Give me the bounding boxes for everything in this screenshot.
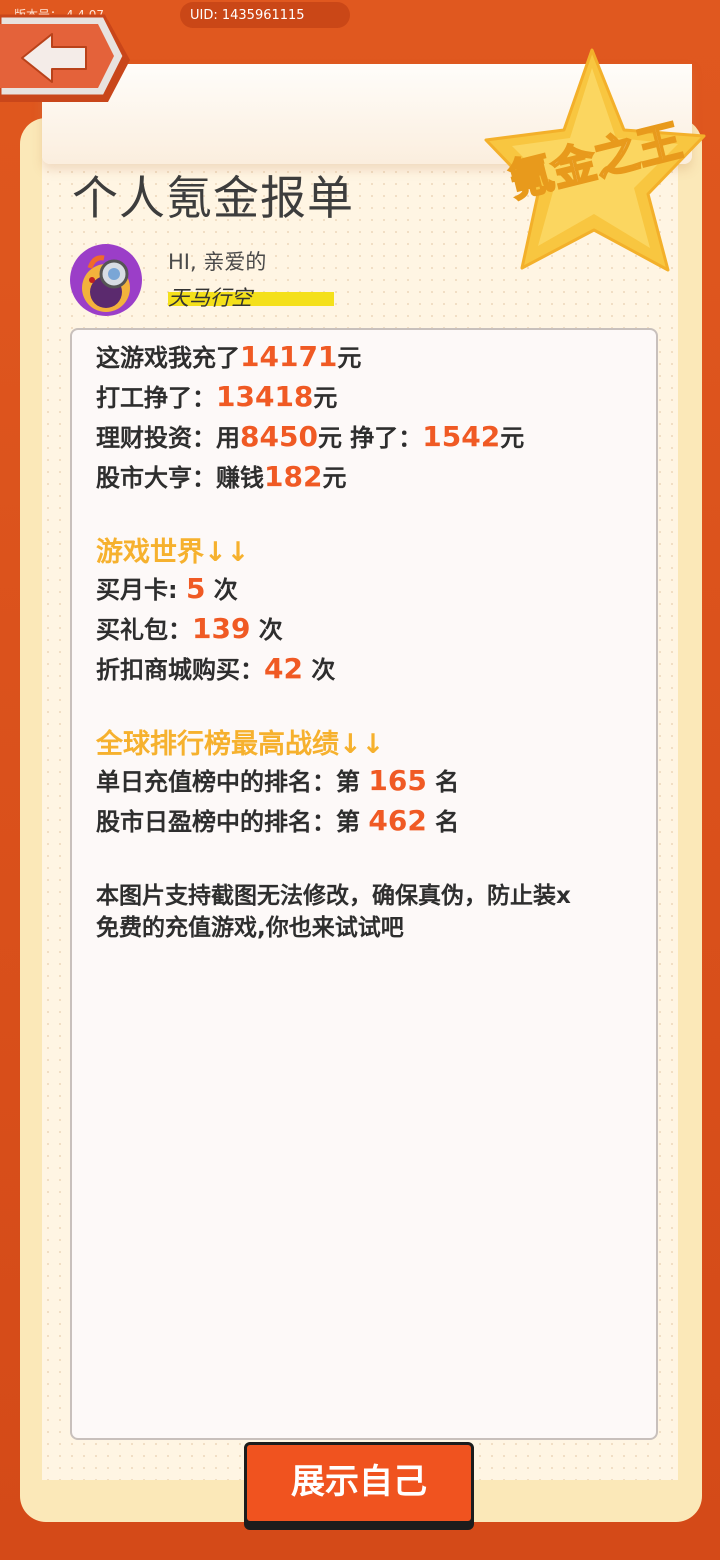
stat-stock: 股市大亨：赚钱182元: [96, 460, 347, 493]
rank-item-stock: 股市日盈榜中的排名：第 462 名: [96, 804, 460, 837]
game-item-gift-pack: 买礼包：139 次: [96, 612, 283, 645]
section-game-world: 游戏世界↓↓: [96, 537, 250, 568]
page-title: 个人氪金报单: [72, 171, 354, 225]
nickname-block: 天马行空: [168, 282, 336, 310]
game-item-monthly-card: 买月卡: 5 次: [96, 572, 238, 605]
game-item-discount-mall: 折扣商城购买：42 次: [96, 652, 336, 685]
stat-recharge: 这游戏我充了14171元: [96, 340, 362, 373]
section-ranking: 全球排行榜最高战绩↓↓: [96, 729, 385, 760]
note-line-2: 免费的充值游戏,你也来试试吧: [96, 915, 404, 941]
stat-work: 打工挣了：13418元: [96, 380, 338, 413]
show-self-button[interactable]: 展示自己: [244, 1442, 474, 1524]
stat-finance: 理财投资：用8450元 挣了：1542元: [96, 420, 525, 453]
greeting-text: HI, 亲爱的: [168, 250, 267, 274]
note-line-1: 本图片支持截图无法修改，确保真伪，防止装x: [96, 883, 571, 909]
king-badge: 氪金之王: [484, 48, 706, 272]
avatar: [70, 244, 142, 316]
rank-item-recharge: 单日充值榜中的排名：第 165 名: [96, 764, 460, 797]
nickname: 天马行空: [168, 286, 252, 310]
uid-label: UID: 1435961115: [190, 8, 305, 23]
back-button[interactable]: [0, 14, 132, 106]
